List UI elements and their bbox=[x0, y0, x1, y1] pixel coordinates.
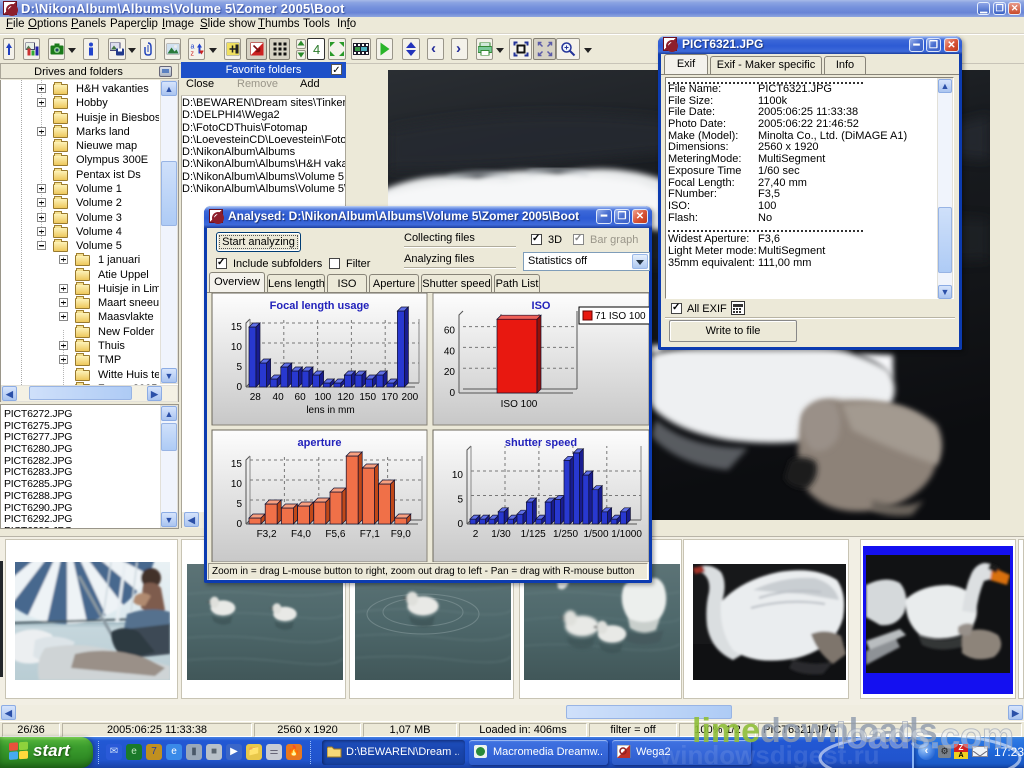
svg-text:71 ISO 100: 71 ISO 100 bbox=[595, 311, 646, 322]
svg-text:0: 0 bbox=[236, 519, 242, 530]
svg-text:10: 10 bbox=[231, 342, 243, 353]
svg-text:0: 0 bbox=[457, 519, 463, 530]
svg-text:z: z bbox=[190, 51, 194, 56]
svg-text:170: 170 bbox=[381, 392, 398, 403]
svg-text:10: 10 bbox=[231, 479, 243, 490]
svg-text:15: 15 bbox=[231, 322, 243, 333]
svg-text:0: 0 bbox=[449, 388, 455, 399]
svg-text:10: 10 bbox=[452, 470, 464, 481]
svg-text:1/125: 1/125 bbox=[521, 529, 546, 540]
svg-text:40: 40 bbox=[444, 346, 456, 357]
svg-text:F7,1: F7,1 bbox=[360, 529, 380, 540]
svg-text:60: 60 bbox=[295, 392, 307, 403]
svg-text:F4,0: F4,0 bbox=[291, 529, 311, 540]
svg-text:F9,0: F9,0 bbox=[391, 529, 411, 540]
svg-text:5: 5 bbox=[457, 495, 463, 506]
svg-text:15: 15 bbox=[231, 459, 243, 470]
svg-text:28: 28 bbox=[250, 392, 262, 403]
svg-text:aperture: aperture bbox=[297, 437, 341, 449]
svg-text:200: 200 bbox=[402, 392, 419, 403]
svg-text:1/250: 1/250 bbox=[553, 529, 578, 540]
svg-text:150: 150 bbox=[359, 392, 376, 403]
svg-text:ISO 100: ISO 100 bbox=[501, 399, 538, 410]
svg-text:5: 5 bbox=[236, 362, 242, 373]
svg-text:2: 2 bbox=[473, 529, 479, 540]
svg-text:F3,2: F3,2 bbox=[257, 529, 277, 540]
svg-text:F5,6: F5,6 bbox=[325, 529, 345, 540]
svg-text:1/1000: 1/1000 bbox=[611, 529, 642, 540]
svg-text:20: 20 bbox=[444, 367, 456, 378]
svg-text:1/30: 1/30 bbox=[491, 529, 511, 540]
svg-text:ISO: ISO bbox=[532, 300, 551, 312]
svg-text:shutter speed: shutter speed bbox=[505, 437, 577, 449]
svg-text:1/500: 1/500 bbox=[583, 529, 608, 540]
svg-text:60: 60 bbox=[444, 326, 456, 337]
svg-text:40: 40 bbox=[273, 392, 285, 403]
svg-text:5: 5 bbox=[236, 499, 242, 510]
svg-text:120: 120 bbox=[337, 392, 354, 403]
svg-text:Focal length usage: Focal length usage bbox=[270, 300, 370, 312]
svg-text:lens in mm: lens in mm bbox=[306, 405, 354, 416]
svg-text:a: a bbox=[190, 44, 194, 51]
svg-text:0: 0 bbox=[236, 382, 242, 393]
svg-text:100: 100 bbox=[315, 392, 332, 403]
